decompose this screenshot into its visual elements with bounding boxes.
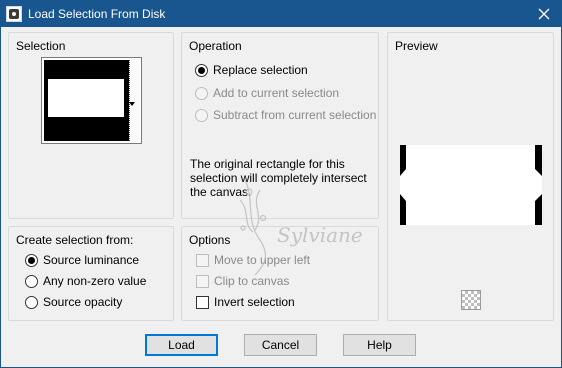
radio-button[interactable] — [195, 86, 208, 100]
checkbox-label: Clip to canvas — [214, 274, 290, 288]
transparency-checker-icon[interactable] — [461, 290, 481, 310]
window-title: Load Selection From Disk — [28, 6, 166, 21]
radio-add-to-selection[interactable]: Add to current selection — [195, 86, 339, 100]
selection-panel-title: Selection — [16, 39, 66, 53]
cancel-button[interactable]: Cancel — [244, 334, 317, 356]
checkbox[interactable] — [196, 295, 209, 309]
radio-label: Any non-zero value — [43, 274, 147, 288]
options-panel-title: Options — [189, 233, 231, 247]
radio-label: Source opacity — [43, 295, 123, 309]
thumbnail-white-area — [48, 79, 124, 117]
radio-button[interactable] — [25, 295, 38, 309]
radio-label: Add to current selection — [213, 86, 340, 100]
radio-label: Replace selection — [213, 63, 308, 77]
checkbox-label: Invert selection — [214, 295, 295, 309]
radio-label: Source luminance — [43, 253, 140, 267]
app-icon — [6, 5, 22, 22]
operation-panel-title: Operation — [189, 39, 242, 53]
radio-source-opacity[interactable]: Source opacity — [25, 295, 122, 309]
checkbox-clip-to-canvas[interactable]: Clip to canvas — [196, 274, 289, 288]
radio-button[interactable] — [25, 274, 38, 288]
title-bar: Load Selection From Disk — [0, 0, 562, 27]
checkbox-invert-selection[interactable]: Invert selection — [196, 295, 295, 309]
preview-panel-title: Preview — [395, 39, 438, 53]
radio-replace-selection[interactable]: Replace selection — [195, 63, 308, 77]
radio-button[interactable] — [25, 253, 38, 267]
close-icon — [538, 8, 550, 19]
help-button[interactable]: Help — [343, 334, 416, 356]
operation-info-text: The original rectangle for this selectio… — [190, 157, 367, 199]
load-button[interactable]: Load — [145, 334, 218, 356]
radio-label: Subtract from current selection — [213, 108, 377, 122]
selection-thumbnail[interactable] — [41, 57, 142, 144]
checkbox[interactable] — [196, 274, 209, 288]
preview-image — [400, 145, 542, 225]
close-button[interactable] — [526, 0, 562, 27]
radio-button[interactable] — [195, 108, 208, 122]
radio-source-luminance[interactable]: Source luminance — [25, 253, 139, 267]
checkbox-label: Move to upper left — [214, 253, 311, 267]
chevron-down-icon — [129, 102, 135, 106]
selection-thumbnail-image — [44, 60, 130, 141]
radio-any-non-zero[interactable]: Any non-zero value — [25, 274, 146, 288]
checkbox-move-upper-left[interactable]: Move to upper left — [196, 253, 310, 267]
radio-button[interactable] — [195, 63, 208, 77]
radio-subtract-from-selection[interactable]: Subtract from current selection — [195, 108, 376, 122]
checkbox[interactable] — [196, 253, 209, 267]
thumbnail-dropdown[interactable] — [129, 60, 139, 141]
create-selection-panel-title: Create selection from: — [16, 233, 134, 247]
